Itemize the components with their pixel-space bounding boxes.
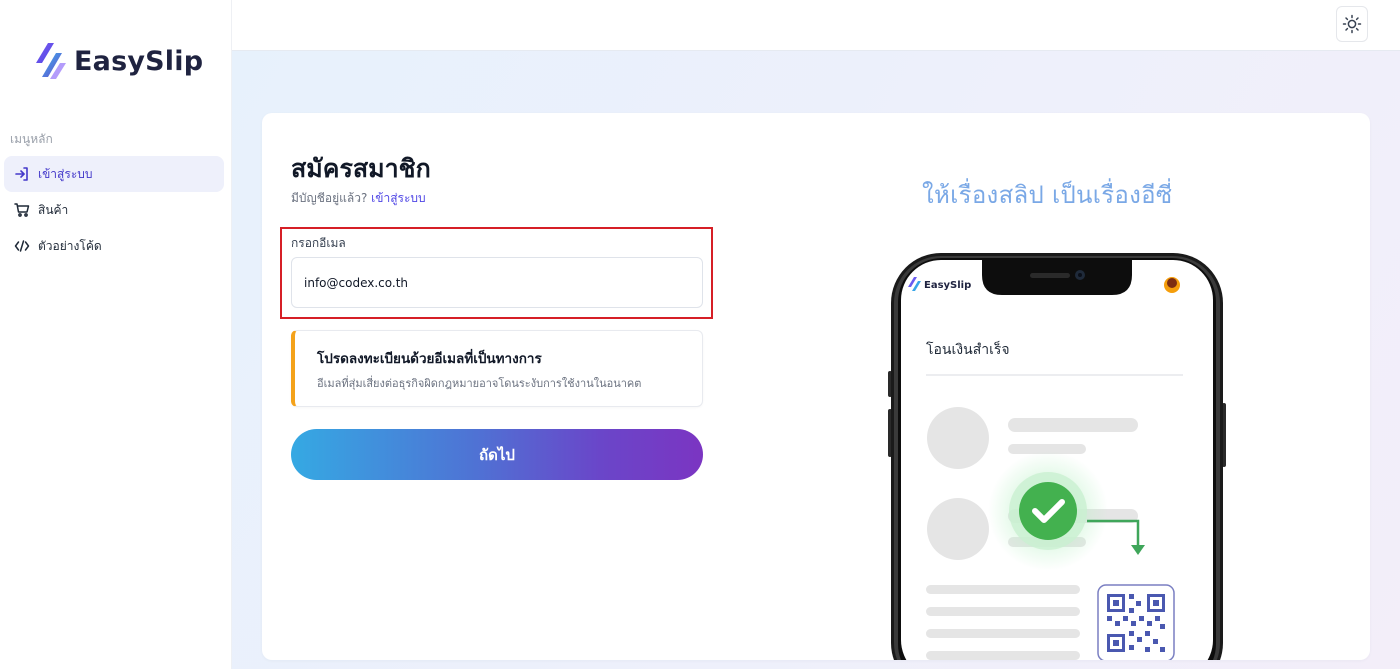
phone-illustration: EasySlip โอนเงินสำเร็จ <box>882 253 1232 660</box>
sidebar-menu: เข้าสู่ระบบ สินค้า ตัวอย่างโค้ด <box>4 156 224 264</box>
promo-tagline: ให้เรื่องสลิป เป็นเรื่องอีซี่ <box>922 181 1173 209</box>
brand-name: EasySlip <box>74 45 204 77</box>
sidebar-item-label: สินค้า <box>38 202 69 217</box>
sun-icon <box>1342 14 1362 34</box>
phone-brand-name: EasySlip <box>924 280 971 291</box>
phone-title: โอนเงินสำเร็จ <box>926 340 1010 358</box>
page-title: สมัครสมาชิก <box>291 154 431 183</box>
sidebar-item-label: ตัวอย่างโค้ด <box>38 238 102 253</box>
main-area: สมัครสมาชิก มีบัญชีอยู่แล้ว? เข้าสู่ระบบ… <box>232 51 1400 669</box>
have-account-line: มีบัญชีอยู่แล้ว? เข้าสู่ระบบ <box>291 189 426 208</box>
notice-text: อีเมลที่สุ่มเสี่ยงต่อธุรกิจผิดกฎหมายอาจโ… <box>317 377 642 390</box>
code-icon <box>13 237 31 255</box>
sidebar-item-label: เข้าสู่ระบบ <box>38 166 93 181</box>
register-card: สมัครสมาชิก มีบัญชีอยู่แล้ว? เข้าสู่ระบบ… <box>262 113 1370 660</box>
easyslip-logo-icon <box>36 43 66 79</box>
sidebar-item-code-examples[interactable]: ตัวอย่างโค้ด <box>4 228 224 264</box>
have-account-text: มีบัญชีอยู่แล้ว? <box>291 191 368 205</box>
menu-heading: เมนูหลัก <box>10 132 53 146</box>
email-label: กรอกอีเมล <box>291 236 346 250</box>
email-notice: โปรดลงทะเบียนด้วยอีเมลที่เป็นทางการ อีเม… <box>291 330 703 407</box>
sidebar-item-login[interactable]: เข้าสู่ระบบ <box>4 156 224 192</box>
cart-icon <box>13 201 31 219</box>
notice-title: โปรดลงทะเบียนด้วยอีเมลที่เป็นทางการ <box>317 351 542 367</box>
brand[interactable]: EasySlip <box>34 38 203 84</box>
sidebar-item-products[interactable]: สินค้า <box>4 192 224 228</box>
login-icon <box>13 165 31 183</box>
next-button[interactable]: ถัดไป <box>291 429 703 480</box>
theme-toggle-button[interactable] <box>1336 6 1368 42</box>
topbar <box>232 0 1400 51</box>
sidebar: EasySlip เมนูหลัก เข้าสู่ระบบ สินค้า ตัว… <box>0 0 232 669</box>
email-field[interactable] <box>291 257 703 308</box>
login-link[interactable]: เข้าสู่ระบบ <box>371 191 426 205</box>
